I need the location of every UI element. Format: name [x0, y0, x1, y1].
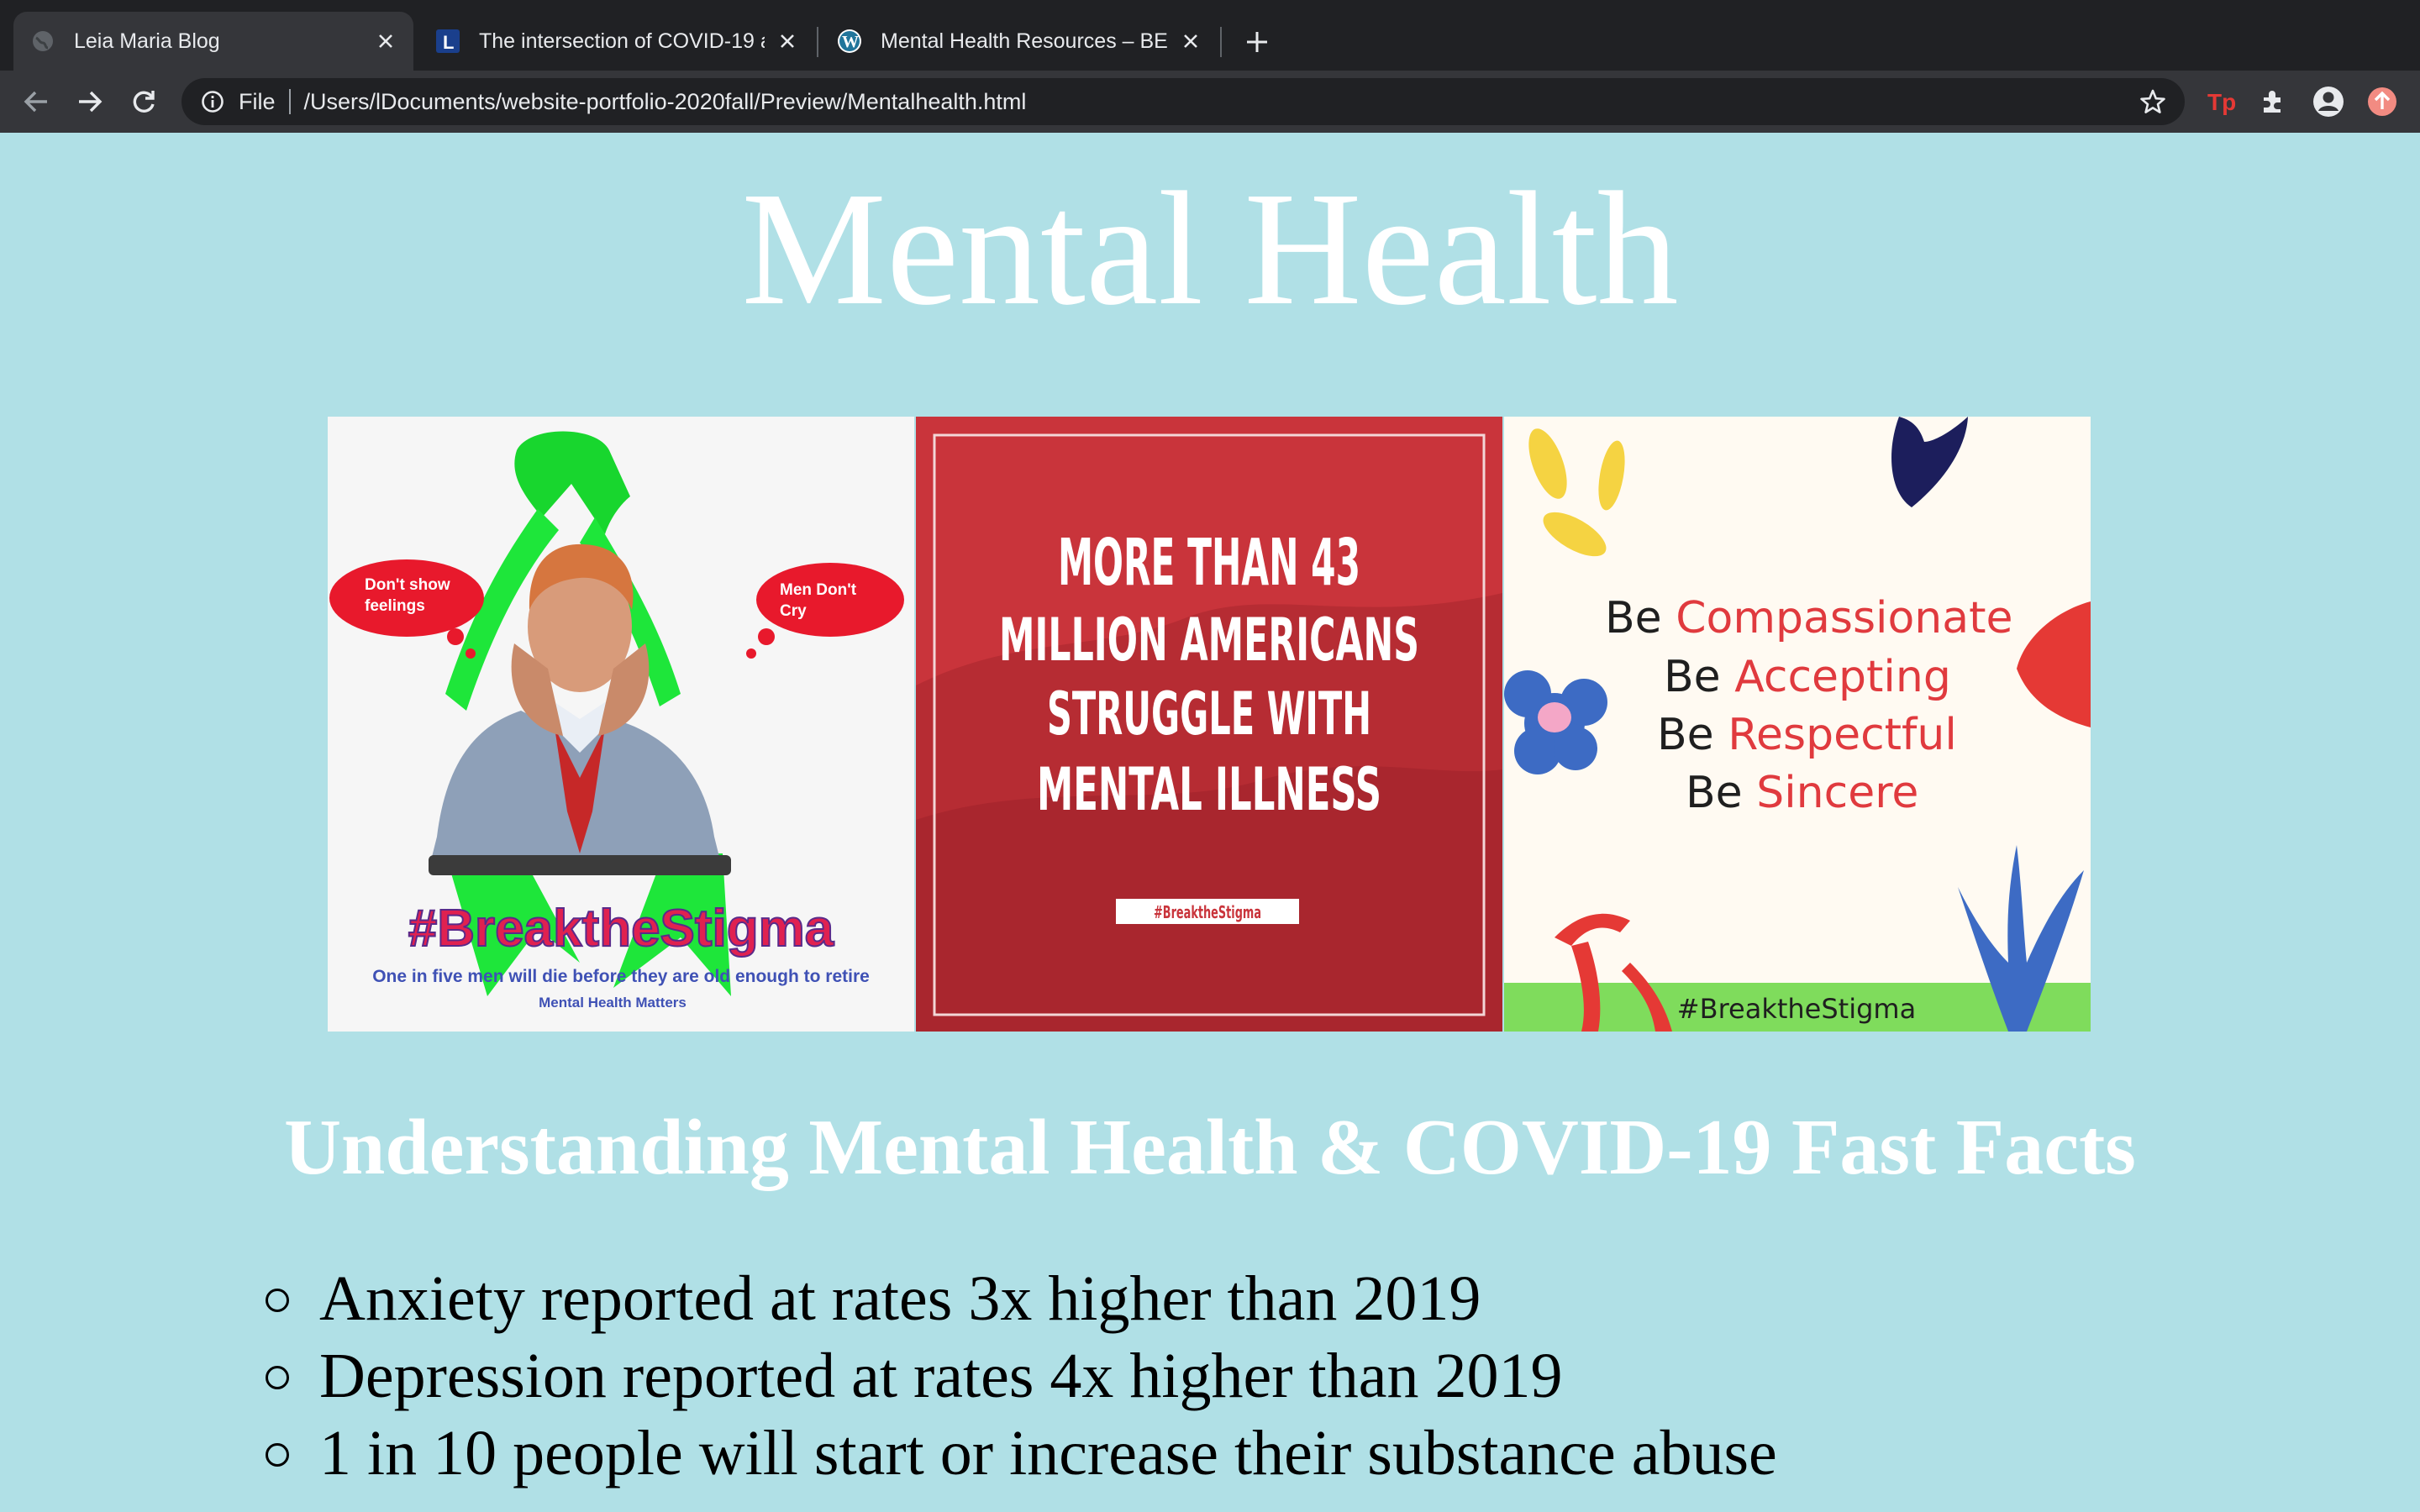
poster-line-2: MILLION AMERICANS	[999, 606, 1419, 675]
value-compassionate: Compassionate	[1676, 593, 2012, 643]
value-accepting: Accepting	[1734, 652, 1951, 702]
arrow-right-icon	[79, 91, 103, 113]
address-bar[interactable]: File /Users/lDocuments/website-portfolio…	[182, 78, 2185, 125]
circle-bullet-icon	[266, 1289, 289, 1312]
back-button[interactable]	[17, 82, 55, 121]
tab-mental-health-resources[interactable]: W Mental Health Resources – BE	[820, 12, 1218, 71]
circle-bullet-icon	[266, 1443, 289, 1467]
fact-text: Anxiety reported at rates 3x higher than…	[319, 1263, 1481, 1334]
tp-extension-icon[interactable]: Tp	[2203, 84, 2238, 119]
tab-title: Mental Health Resources – BE	[881, 29, 1168, 53]
update-icon[interactable]	[2365, 84, 2400, 119]
globe-icon	[30, 29, 55, 54]
list-item: 1 in 10 people will start or increase th…	[260, 1415, 1777, 1492]
profile-icon[interactable]	[2311, 84, 2346, 119]
be-prefix: Be	[1605, 593, 1662, 643]
tab-covid-intersection[interactable]: L The intersection of COVID-19 a	[418, 12, 815, 71]
svg-text:Be Sincere: Be Sincere	[1686, 768, 1918, 818]
circle-bullet-icon	[266, 1366, 289, 1389]
left-footer: Mental Health Matters	[539, 995, 687, 1011]
left-hashtag: #BreaktheStigma	[408, 900, 834, 958]
section-heading: Understanding Mental Health & COVID-19 F…	[284, 1104, 2136, 1191]
reload-icon	[133, 91, 155, 113]
svg-text:Tp: Tp	[2207, 89, 2236, 115]
poster-line-1: MORE THAN 43	[1058, 526, 1360, 601]
address-url[interactable]: /Users/lDocuments/website-portfolio-2020…	[304, 89, 1027, 115]
svg-text:Be Respectful: Be Respectful	[1657, 710, 1957, 760]
browser-toolbar: File /Users/lDocuments/website-portfolio…	[0, 71, 2420, 133]
tab-strip: Leia Maria Blog L The intersection of CO…	[0, 0, 2420, 71]
svg-text:Be Compassionate: Be Compassionate	[1605, 593, 2013, 643]
be-prefix: Be	[1686, 768, 1743, 818]
tab-title: The intersection of COVID-19 a	[479, 29, 765, 53]
new-tab-button[interactable]	[1239, 24, 1276, 60]
puzzle-icon[interactable]	[2255, 84, 2291, 119]
arrow-left-icon	[24, 91, 47, 113]
close-icon[interactable]	[773, 27, 802, 55]
list-item: Anxiety reported at rates 3x higher than…	[260, 1260, 1777, 1337]
forward-button[interactable]	[71, 82, 109, 121]
close-icon[interactable]	[1176, 27, 1205, 55]
svg-text:L: L	[443, 32, 454, 53]
address-scheme: File	[239, 88, 276, 114]
svg-text:W: W	[842, 33, 859, 51]
be-prefix: Be	[1664, 652, 1721, 702]
be-kind-poster-image: Be Compassionate Be Accepting Be Respect…	[1504, 417, 2091, 1032]
info-icon[interactable]	[200, 89, 225, 114]
middle-hashtag: #BreaktheStigma	[1154, 902, 1261, 922]
image-gallery: Don't show feelings Men Don't Cry #Breakth…	[328, 417, 2092, 1032]
svg-text:Be Accepting: Be Accepting	[1664, 652, 1951, 702]
tab-separator	[817, 27, 818, 57]
fact-text: 1 in 10 people will start or increase th…	[319, 1418, 1777, 1488]
tab-separator	[1220, 27, 1222, 57]
list-item: Depression reported at rates 4x higher t…	[260, 1337, 1777, 1415]
page-title: Mental Health	[741, 158, 1679, 339]
fact-text: Depression reported at rates 4x higher t…	[319, 1341, 1563, 1411]
poster-line-4: MENTAL ILLNESS	[1037, 755, 1381, 824]
reload-button[interactable]	[124, 82, 163, 121]
left-caption: One in five men will die before they are…	[372, 967, 870, 986]
tab-leia-maria-blog[interactable]: Leia Maria Blog	[13, 12, 413, 71]
value-sincere: Sincere	[1756, 768, 1918, 818]
stigma-ribbon-image: Don't show feelings Men Don't Cry #Breakth…	[328, 417, 914, 1032]
address-divider	[288, 89, 291, 114]
be-prefix: Be	[1657, 710, 1714, 760]
plus-icon	[1247, 32, 1267, 52]
tab-title: Leia Maria Blog	[74, 29, 220, 53]
l-letter-icon: L	[435, 29, 460, 54]
fast-facts-list: Anxiety reported at rates 3x higher than…	[260, 1260, 1777, 1492]
close-icon[interactable]	[371, 27, 400, 55]
bookmark-star-icon[interactable]	[2138, 87, 2168, 117]
wordpress-icon: W	[837, 29, 862, 54]
poster-line-3: STRUGGLE WITH	[1047, 680, 1371, 748]
value-respectful: Respectful	[1728, 710, 1957, 760]
statistic-poster-image: MORE THAN 43 MILLION AMERICANS STRUGGLE …	[916, 417, 1502, 1032]
right-hashtag: #BreaktheStigma	[1677, 993, 1916, 1025]
